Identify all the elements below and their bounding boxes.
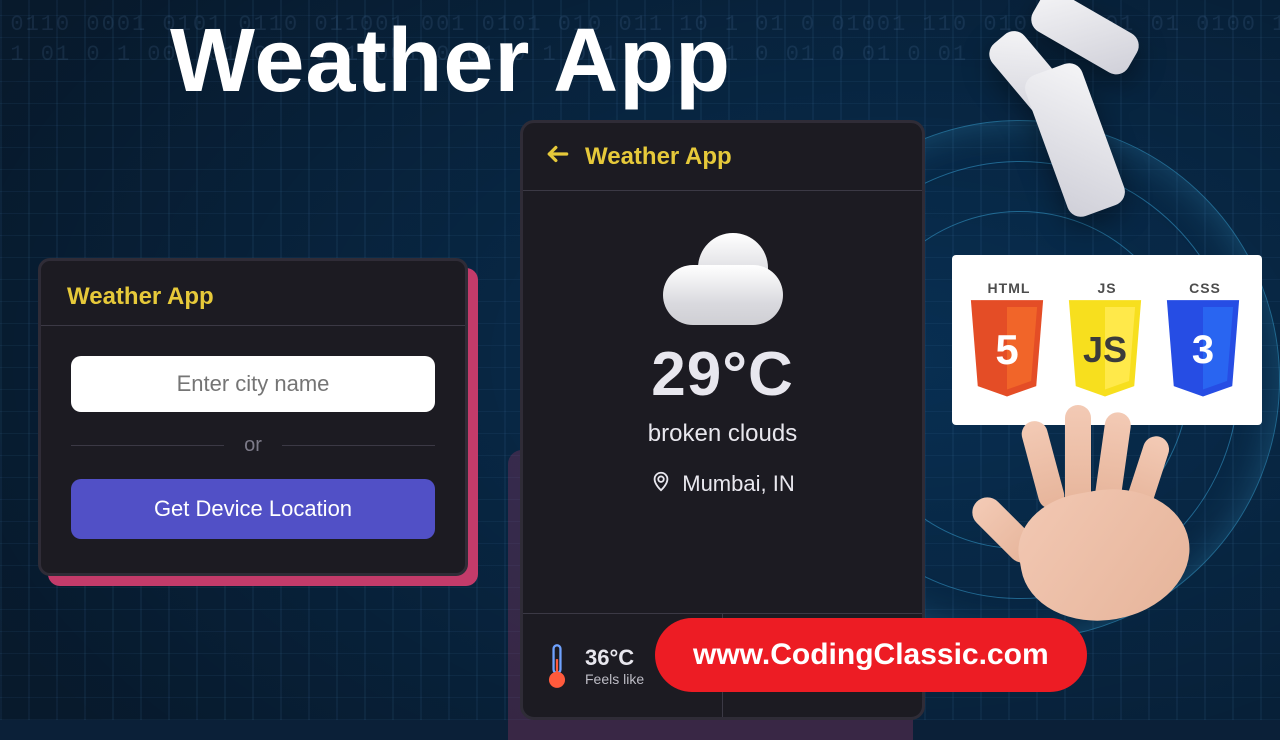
get-device-location-button[interactable]: Get Device Location (71, 479, 435, 539)
website-url-badge: www.CodingClassic.com (655, 618, 1087, 692)
html5-badge: HTML 5 (964, 280, 1054, 400)
html-label: HTML (964, 280, 1054, 296)
location-text: Mumbai, IN (682, 471, 794, 497)
tech-badges-panel: HTML 5 JS JS CSS 3 (952, 255, 1262, 425)
weather-input-card: Weather App or Get Device Location (38, 258, 468, 576)
feels-like-label: Feels like (585, 671, 644, 687)
feels-like-value: 36°C (585, 645, 644, 671)
js-badge: JS JS (1062, 280, 1152, 400)
cloud-icon (658, 227, 788, 327)
map-pin-icon (650, 470, 672, 498)
thermometer-icon (543, 643, 571, 689)
html-number: 5 (964, 300, 1050, 400)
city-name-input[interactable] (71, 356, 435, 412)
separator-text: or (244, 434, 262, 457)
page-title: Weather App (170, 10, 731, 113)
robot-hand-illustration (940, 0, 1200, 240)
weather-condition: broken clouds (533, 420, 912, 448)
result-card-title: Weather App (585, 143, 732, 171)
back-arrow-icon[interactable] (545, 141, 571, 172)
css3-badge: CSS 3 (1160, 280, 1250, 400)
css-number: 3 (1160, 300, 1246, 400)
separator-row: or (71, 434, 435, 457)
location-row: Mumbai, IN (533, 470, 912, 498)
temperature-value: 29°C (533, 339, 912, 410)
js-number: JS (1062, 300, 1148, 400)
card-title: Weather App (41, 261, 465, 326)
js-label: JS (1062, 280, 1152, 296)
css-label: CSS (1160, 280, 1250, 296)
